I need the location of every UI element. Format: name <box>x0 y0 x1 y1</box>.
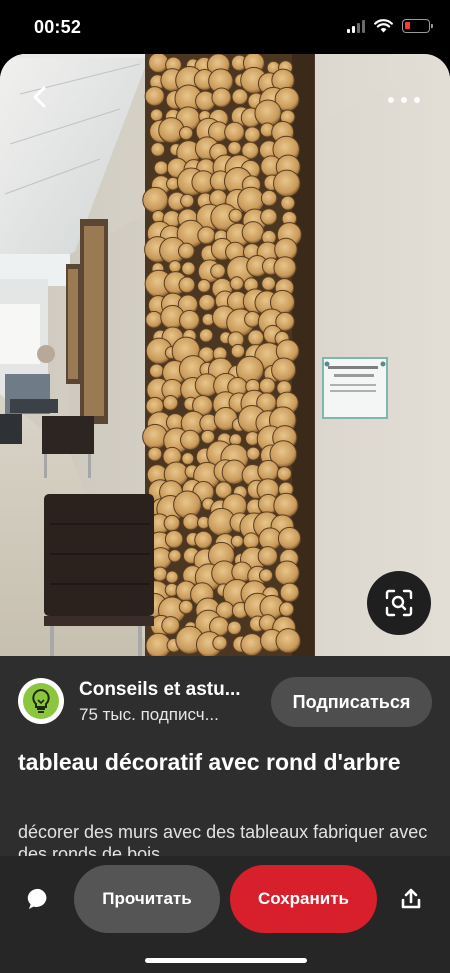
wood-slice <box>242 532 260 550</box>
wood-slice <box>152 566 168 582</box>
wood-slice <box>198 328 214 343</box>
read-button[interactable]: Прочитать <box>74 865 220 933</box>
pin-title: tableau décoratif avec rond d'arbre <box>18 749 401 775</box>
wood-slice <box>260 208 278 226</box>
pin-image[interactable] <box>0 54 450 656</box>
wood-slice <box>273 169 301 198</box>
wood-slice <box>181 261 196 276</box>
wood-slice <box>197 226 216 245</box>
wood-slice <box>227 140 242 156</box>
wifi-icon <box>374 19 393 33</box>
wood-slice <box>177 242 195 260</box>
wood-slice <box>279 582 300 603</box>
wood-slice <box>228 208 243 223</box>
wood-slice <box>150 142 166 157</box>
wood-slice <box>149 363 165 379</box>
action-bar <box>0 856 450 973</box>
wood-slice <box>229 276 245 291</box>
wood-slice <box>181 452 195 466</box>
wood-slice <box>145 310 163 329</box>
wood-slice <box>153 160 169 176</box>
wood-slice <box>198 294 216 312</box>
creator-avatar[interactable] <box>18 678 64 724</box>
wood-slice <box>142 186 169 214</box>
wood-slice <box>147 446 163 462</box>
wood-slice <box>244 310 261 328</box>
wood-slice <box>180 429 201 451</box>
status-icons <box>347 19 433 33</box>
back-button[interactable] <box>22 80 56 114</box>
wood-slice <box>200 429 216 445</box>
wood-slice <box>241 221 265 244</box>
wood-slice <box>280 195 296 211</box>
wood-slice <box>179 309 201 331</box>
battery-icon <box>402 19 433 33</box>
wood-slice <box>274 560 300 586</box>
wood-slice <box>275 628 301 654</box>
status-bar: 00:52 <box>0 0 450 54</box>
wood-slice <box>162 395 179 411</box>
wood-slice <box>144 86 165 107</box>
wood-slice <box>244 126 261 144</box>
status-time: 00:52 <box>34 17 82 37</box>
follow-button[interactable]: Подписаться <box>271 677 432 727</box>
wood-slice <box>182 513 200 531</box>
wood-slice <box>142 423 168 450</box>
wood-slice <box>168 549 182 563</box>
wood-slice <box>230 343 246 359</box>
wood-slice <box>240 633 264 656</box>
wood-slice <box>278 601 295 617</box>
wood-slice <box>179 126 194 141</box>
wood-slice <box>273 256 297 280</box>
wood-slice <box>230 534 244 548</box>
more-horizontal-icon <box>388 97 394 103</box>
cellular-signal-icon <box>347 19 365 33</box>
wood-slice <box>273 492 299 519</box>
wood-slice <box>178 276 196 294</box>
home-indicator[interactable] <box>145 958 307 963</box>
wood-slice <box>180 193 195 209</box>
wood-slice <box>224 121 245 143</box>
wood-slice <box>261 276 277 292</box>
wood-slice <box>168 260 182 274</box>
comment-bubble-icon <box>27 888 47 909</box>
creator-followers: 75 тыс. подписч... <box>79 705 219 724</box>
creator-name[interactable]: Conseils et astu... <box>79 679 259 701</box>
wood-slice <box>246 446 261 461</box>
wood-slice <box>161 616 181 635</box>
wood-slice <box>197 279 212 293</box>
lightbulb-icon <box>23 683 59 719</box>
chevron-left-icon <box>33 86 46 108</box>
wood-slice <box>271 357 297 383</box>
wood-slice <box>194 530 213 550</box>
wood-slice <box>247 329 265 347</box>
wood-slice <box>257 546 279 567</box>
wood-slice <box>212 635 228 651</box>
comment-button[interactable] <box>24 884 54 914</box>
share-button[interactable] <box>396 884 426 914</box>
wood-slice <box>258 568 274 583</box>
wood-slice <box>277 526 302 551</box>
visual-search-icon <box>385 589 413 617</box>
wood-slice <box>258 377 276 395</box>
wood-slice <box>276 466 292 482</box>
wood-slice <box>178 599 194 615</box>
wood-slice <box>149 108 164 122</box>
wood-slice <box>210 263 226 279</box>
more-options-button[interactable] <box>388 90 420 110</box>
wood-slice <box>163 514 181 532</box>
wood-slice <box>165 570 179 584</box>
share-icon <box>401 888 421 909</box>
wood-slice <box>164 530 184 549</box>
wood-slice <box>227 620 242 636</box>
wood-slice <box>260 189 278 207</box>
wood-slice <box>231 88 249 106</box>
save-button[interactable]: Сохранить <box>230 865 377 933</box>
visual-search-button[interactable] <box>367 571 431 635</box>
wood-slice <box>211 87 232 108</box>
pin-description: décorer des murs avec des tableaux fabri… <box>18 822 428 859</box>
